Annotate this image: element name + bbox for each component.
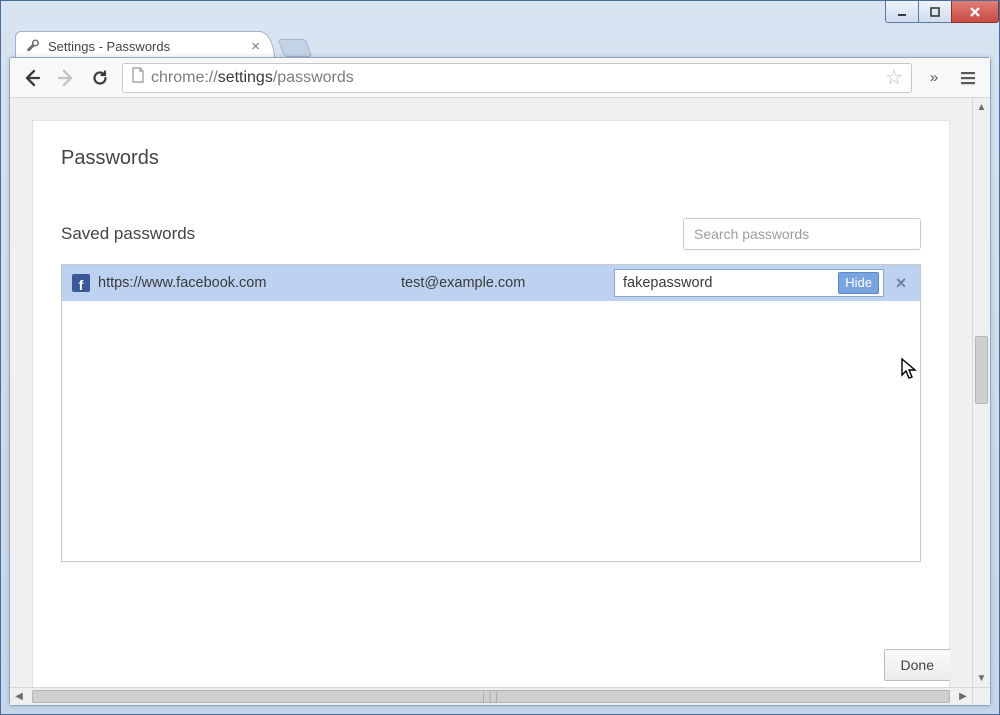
window-maximize-button[interactable] (918, 1, 952, 23)
page-title: Passwords (61, 147, 921, 170)
horizontal-scrollbar[interactable]: ◀ │││ ▶ (10, 687, 972, 705)
reload-button[interactable] (88, 66, 112, 90)
overflow-chevron-button[interactable]: » (922, 66, 946, 90)
tab-strip: Settings - Passwords × (15, 27, 985, 61)
url-scheme: chrome:// (151, 69, 218, 86)
vertical-scrollbar[interactable]: ▲ ▼ (972, 98, 990, 687)
new-tab-button[interactable] (278, 39, 313, 57)
search-passwords-input[interactable] (683, 218, 921, 250)
wrench-icon (26, 38, 40, 55)
back-button[interactable] (20, 66, 44, 90)
scroll-up-button[interactable]: ▲ (973, 98, 990, 116)
facebook-icon: f (72, 274, 90, 292)
horizontal-scroll-thumb[interactable]: │││ (32, 690, 950, 703)
scroll-left-button[interactable]: ◀ (10, 688, 28, 705)
scroll-right-button[interactable]: ▶ (954, 688, 972, 705)
window-minimize-button[interactable] (885, 1, 919, 23)
section-title: Saved passwords (61, 224, 195, 244)
address-bar[interactable]: chrome://settings/passwords ☆ (122, 63, 912, 93)
window-close-button[interactable] (951, 1, 999, 23)
page-icon (131, 67, 145, 88)
address-bar-url: chrome://settings/passwords (151, 69, 879, 87)
browser-toolbar: chrome://settings/passwords ☆ » (10, 58, 990, 98)
url-host: settings (218, 69, 273, 86)
app-window: Settings - Passwords × chrome://settings… (0, 0, 1000, 715)
password-value: fakepassword (623, 275, 832, 291)
settings-card: Passwords Saved passwords f https://www.… (32, 120, 950, 687)
window-caption-buttons (886, 1, 999, 23)
scrollbar-corner (972, 687, 990, 705)
password-username: test@example.com (401, 275, 606, 291)
password-row[interactable]: f https://www.facebook.com test@example.… (62, 265, 920, 301)
page-scroll-area[interactable]: Passwords Saved passwords f https://www.… (10, 98, 972, 687)
vertical-scroll-thumb[interactable] (975, 336, 988, 404)
url-path: /passwords (273, 69, 354, 86)
menu-button[interactable] (956, 66, 980, 90)
tab-close-button[interactable]: × (251, 39, 260, 54)
done-button[interactable]: Done (884, 649, 950, 681)
password-field[interactable]: fakepassword Hide (614, 269, 884, 297)
saved-passwords-header: Saved passwords (61, 218, 921, 250)
bookmark-star-icon[interactable]: ☆ (885, 65, 903, 90)
passwords-list: f https://www.facebook.com test@example.… (61, 264, 921, 562)
browser-frame: chrome://settings/passwords ☆ » Password… (9, 57, 991, 706)
password-site: https://www.facebook.com (98, 275, 393, 291)
delete-password-button[interactable]: × (892, 273, 910, 294)
hide-password-button[interactable]: Hide (838, 272, 879, 294)
forward-button[interactable] (54, 66, 78, 90)
browser-viewport: Passwords Saved passwords f https://www.… (10, 98, 990, 705)
scroll-down-button[interactable]: ▼ (973, 669, 990, 687)
tab-title: Settings - Passwords (48, 39, 243, 54)
